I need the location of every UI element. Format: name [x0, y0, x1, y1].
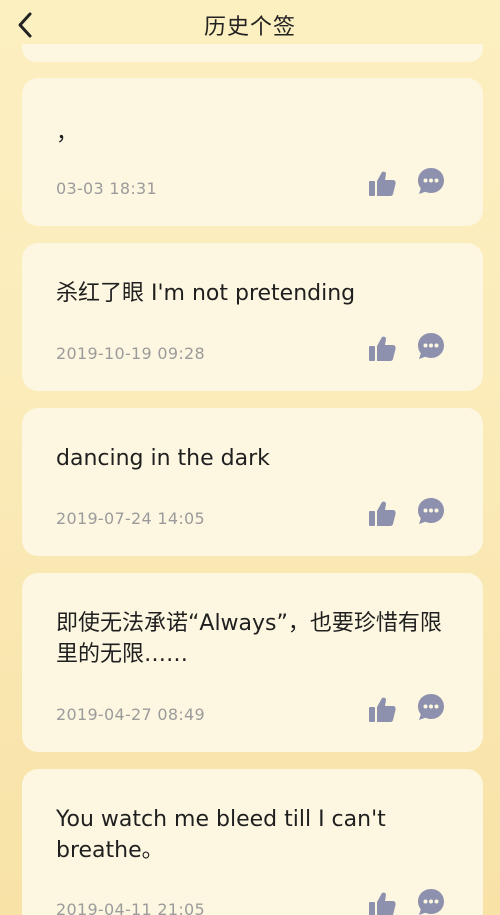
chevron-left-icon	[18, 12, 32, 38]
comment-button[interactable]	[416, 692, 446, 722]
like-button[interactable]	[367, 168, 397, 198]
comment-button[interactable]	[416, 496, 446, 526]
thumbs-up-icon	[368, 501, 396, 526]
like-button[interactable]	[367, 694, 397, 724]
comment-bubble-icon	[418, 694, 444, 720]
comment-bubble-icon	[418, 889, 444, 915]
signature-text: You watch me bleed till I can't breathe。	[56, 807, 386, 863]
like-button[interactable]	[367, 889, 397, 915]
comment-bubble-icon	[418, 168, 444, 194]
signature-text: ，	[56, 121, 79, 146]
thumbs-up-icon	[368, 697, 396, 722]
signature-card: You watch me bleed till I can't breathe。…	[22, 769, 483, 915]
signature-text: 杀红了眼 I'm not pretending	[56, 281, 356, 306]
signature-card: 即使无法承诺“Always”，也要珍惜有限里的无限…… 2019-04-27 0…	[22, 573, 483, 752]
signature-text: 即使无法承诺“Always”，也要珍惜有限里的无限……	[56, 611, 442, 667]
signature-time: 2019-04-11 21:05	[56, 900, 205, 915]
comment-button[interactable]	[416, 887, 446, 915]
signature-text: dancing in the dark	[56, 446, 270, 471]
comment-button[interactable]	[416, 166, 446, 196]
signature-time: 2019-04-27 08:49	[56, 705, 205, 724]
signature-time: 2019-10-19 09:28	[56, 344, 205, 363]
comment-button[interactable]	[416, 331, 446, 361]
nav-header: 历史个签	[0, 0, 500, 50]
back-button[interactable]	[10, 8, 40, 42]
thumbs-up-icon	[368, 171, 396, 196]
page-title: 历史个签	[203, 15, 296, 40]
signature-card: dancing in the dark 2019-07-24 14:05	[22, 408, 483, 556]
signature-card: 杀红了眼 I'm not pretending 2019-10-19 09:28	[22, 243, 483, 391]
comment-bubble-icon	[418, 498, 444, 524]
thumbs-up-icon	[368, 892, 396, 915]
signature-card: ， 03-03 18:31	[22, 78, 483, 226]
signature-time: 03-03 18:31	[56, 179, 157, 198]
signature-time: 2019-07-24 14:05	[56, 509, 205, 528]
list-item-partial	[22, 44, 483, 62]
like-button[interactable]	[367, 498, 397, 528]
like-button[interactable]	[367, 333, 397, 363]
comment-bubble-icon	[418, 333, 444, 359]
thumbs-up-icon	[368, 336, 396, 361]
